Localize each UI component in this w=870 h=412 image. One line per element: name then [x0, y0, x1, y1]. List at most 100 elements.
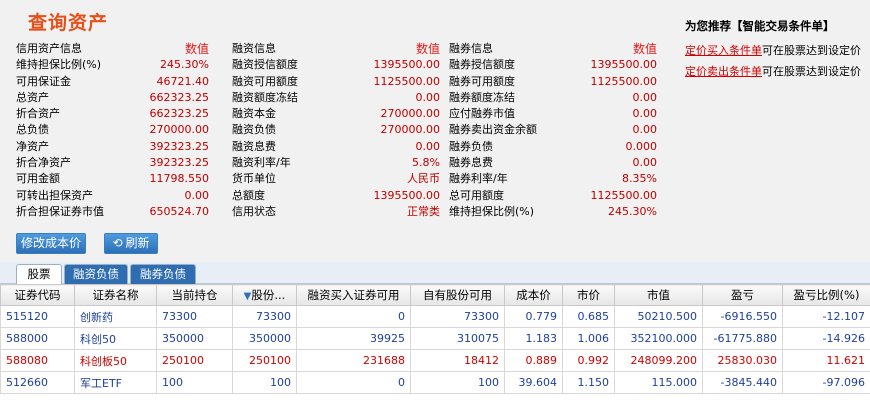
col-header-market-value[interactable]: 市值 — [614, 284, 703, 306]
table-row[interactable]: 588000 科创50 350000 350000 39925 310075 1.183 1.… — [0, 327, 870, 350]
table-row[interactable]: 512660 军工ETF 100 100 0 100 39.604 1.150 115.000-… — [0, 371, 870, 394]
info-label: 融资息费 — [232, 139, 276, 153]
refresh-button[interactable]: ⟲ 刷新 — [104, 233, 158, 254]
table-cell: 100 — [232, 371, 297, 394]
table-cell: 100 — [410, 371, 505, 394]
col-header-pnl-ratio[interactable]: 盈亏比例(%) — [782, 284, 870, 306]
info-header-value: 数值 — [632, 42, 657, 56]
info-row: 融资本金 270000.00 — [232, 106, 440, 122]
table-cell: -61775.880 — [702, 327, 783, 350]
info-value: 8.35% — [622, 172, 657, 186]
buy-condition-order-link[interactable]: 定价买入条件单 — [685, 44, 762, 57]
info-row: 总负债 270000.00 — [16, 122, 209, 138]
tab-lending-debt[interactable]: 融券负债 — [130, 264, 196, 284]
col-header-code[interactable]: 证券代码 — [0, 284, 75, 306]
edit-cost-button[interactable]: 修改成本价 — [16, 233, 86, 254]
info-label: 维持担保比例(%) — [16, 58, 102, 72]
table-cell: 50210.500 — [614, 305, 703, 328]
info-label: 总负债 — [16, 123, 49, 137]
table-cell: 0.992 — [562, 349, 615, 372]
table-cell: -12.107 — [782, 305, 870, 328]
col-header-own-available[interactable]: 自有股份可用 — [410, 284, 505, 306]
info-value: 1395500.00 — [373, 188, 440, 202]
sell-condition-order-link[interactable]: 定价卖出条件单 — [685, 65, 762, 78]
info-row: 维持担保比例(%) 245.30% — [16, 57, 209, 73]
info-value: 1395500.00 — [373, 58, 440, 72]
info-row: 融资负债 270000.00 — [232, 122, 440, 138]
table-cell: 310075 — [410, 327, 505, 350]
holdings-table: 证券代码 证券名称 当前持仓 ▼股份... 融资买入证券可用 自有股份可用 成本… — [0, 284, 870, 394]
info-label: 融券额度冻结 — [449, 90, 515, 104]
tab-financing-debt[interactable]: 融资负债 — [64, 264, 128, 284]
info-label: 维持担保比例(%) — [449, 204, 535, 218]
info-label: 可用金额 — [16, 172, 60, 186]
info-row: 净资产 392323.25 — [16, 139, 209, 155]
financing-info-column: 融资信息 数值 融资授信额度 1395500.00 融资可用额度 1125500.00 融资… — [232, 41, 440, 220]
info-row: 折合资产 662323.25 — [16, 106, 209, 122]
recommend-panel: 为您推荐【智能交易条件单】 定价买入条件单可在股票达到设定价 定价卖出条件单可在… — [685, 18, 870, 82]
table-cell: 115.000 — [614, 371, 703, 394]
table-cell: 0 — [296, 371, 411, 394]
page-title: 查询资产 — [28, 12, 109, 34]
table-cell: 创新药 — [74, 305, 157, 328]
info-row: 融券可用额度 1125500.00 — [449, 74, 657, 90]
refresh-label: 刷新 — [125, 236, 150, 250]
info-label: 总可用额度 — [449, 188, 504, 202]
col-header-position[interactable]: 当前持仓 — [156, 284, 233, 306]
info-label: 总资产 — [16, 90, 49, 104]
col-header-name[interactable]: 证券名称 — [74, 284, 157, 306]
table-cell: 军工ETF — [74, 371, 157, 394]
info-label: 可转出担保资产 — [16, 188, 93, 202]
table-cell: 73300 — [410, 305, 505, 328]
info-row: 折合净资产 392323.25 — [16, 155, 209, 171]
info-label: 融券负债 — [449, 139, 493, 153]
info-row: 融资额度冻结 0.00 — [232, 90, 440, 106]
info-label: 折合净资产 — [16, 156, 71, 170]
table-cell: 0.889 — [504, 349, 563, 372]
info-label: 货币单位 — [232, 172, 276, 186]
info-header-row: 信用资产信息 数值 — [16, 41, 209, 57]
table-cell: 1.183 — [504, 327, 563, 350]
col-header-price[interactable]: 市价 — [562, 284, 615, 306]
credit-asset-column: 信用资产信息 数值 维持担保比例(%) 245.30% 可用保证金 46721.40 总资产… — [16, 41, 209, 220]
table-cell: 350000 — [232, 327, 297, 350]
table-cell: 231688 — [296, 349, 411, 372]
info-header-row: 融资信息 数值 — [232, 41, 440, 57]
info-label: 融资额度冻结 — [232, 90, 298, 104]
info-value: 270000.00 — [380, 107, 441, 121]
table-cell: 512660 — [0, 371, 75, 394]
info-value: 1125500.00 — [590, 188, 657, 202]
table-row[interactable]: 588080 科创板50 250100 250100 231688 18412 0.889 0… — [0, 349, 870, 372]
info-row: 融资息费 0.00 — [232, 139, 440, 155]
info-row: 维持担保比例(%) 245.30% — [449, 204, 657, 220]
info-row: 融券息费 0.00 — [449, 155, 657, 171]
info-value: 人民币 — [407, 172, 440, 186]
tab-stocks[interactable]: 股票 — [16, 264, 62, 284]
info-row: 可用保证金 46721.40 — [16, 74, 209, 90]
table-cell: 100 — [156, 371, 233, 394]
col-header-pnl[interactable]: 盈亏 — [702, 284, 783, 306]
table-cell: 科创50 — [74, 327, 157, 350]
info-value: 0.00 — [632, 107, 658, 121]
col-header-financing-available[interactable]: 融资买入证券可用 — [296, 284, 411, 306]
securities-lending-column: 融券信息 数值 融券授信额度 1395500.00 融券可用额度 1125500.00 融券… — [449, 41, 657, 220]
info-row: 可转出担保资产 0.00 — [16, 188, 209, 204]
col-header-cost[interactable]: 成本价 — [504, 284, 563, 306]
info-row: 融资利率/年 5.8% — [232, 155, 440, 171]
info-value: 392323.25 — [149, 139, 210, 153]
asset-panel: 查询资产 信用资产信息 数值 维持担保比例(%) 245.30% 可用保证金 46721.… — [0, 0, 870, 262]
table-cell: 250100 — [232, 349, 297, 372]
info-value: 46721.40 — [156, 74, 210, 88]
table-header-row: 证券代码 证券名称 当前持仓 ▼股份... 融资买入证券可用 自有股份可用 成本… — [0, 284, 870, 306]
info-label: 融券卖出资金余额 — [449, 123, 537, 137]
info-label: 应付融券市值 — [449, 107, 515, 121]
table-cell: -14.926 — [782, 327, 870, 350]
info-label: 总额度 — [232, 188, 265, 202]
table-row[interactable]: 515120 创新药 73300 73300 0 73300 0.779 0.685 50210… — [0, 305, 870, 328]
info-label: 融资授信额度 — [232, 58, 298, 72]
info-row: 可用金额 11798.550 — [16, 171, 209, 187]
info-value: 392323.25 — [149, 156, 210, 170]
info-row: 信用状态 正常类 — [232, 204, 440, 220]
col-header-shares[interactable]: ▼股份... — [232, 284, 297, 306]
info-value: 245.30% — [160, 58, 209, 72]
